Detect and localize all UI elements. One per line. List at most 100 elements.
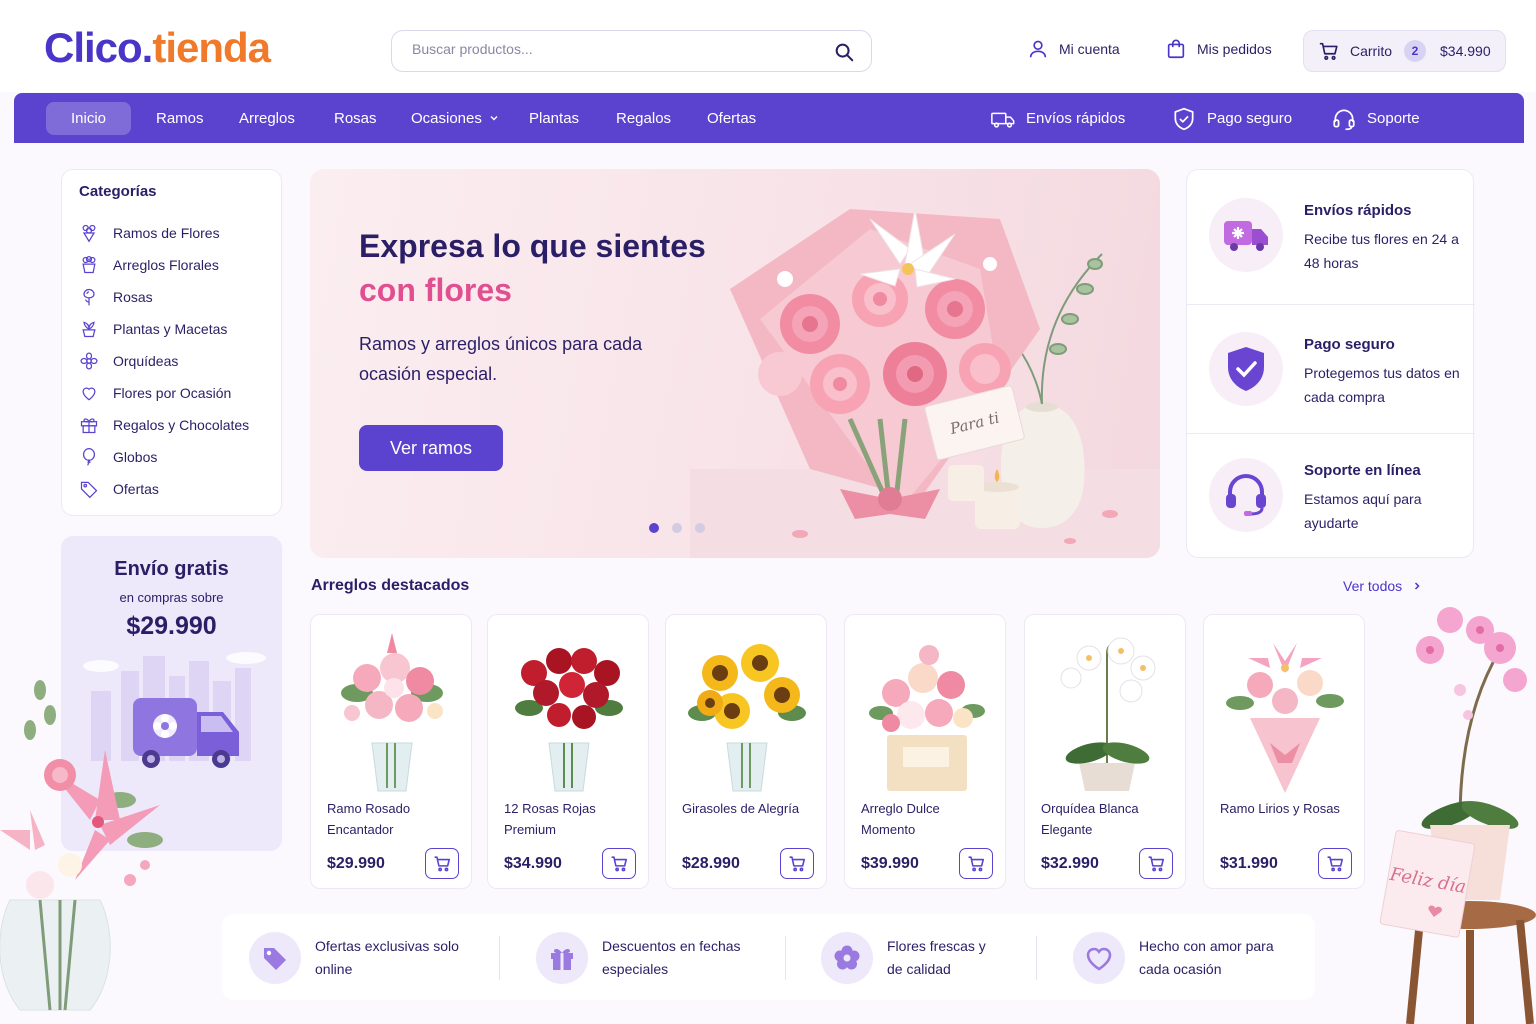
- nav-plantas[interactable]: Plantas: [504, 102, 604, 135]
- product-image: [341, 633, 443, 792]
- product-card[interactable]: Orquídea Blanca Elegante $32.990: [1024, 614, 1186, 889]
- cart-total: $34.990: [1440, 43, 1491, 59]
- category-ofertas[interactable]: Ofertas: [79, 479, 159, 499]
- bag-icon: [1167, 39, 1185, 59]
- category-label: Ofertas: [113, 481, 159, 497]
- product-price: $31.990: [1220, 855, 1278, 872]
- headset-icon: [1209, 458, 1283, 532]
- nav-ocasiones[interactable]: Ocasiones: [386, 102, 507, 135]
- view-bouquets-button[interactable]: Ver ramos: [359, 425, 503, 471]
- orders-link[interactable]: Mis pedidos: [1165, 38, 1272, 60]
- feature-title: Envíos rápidos: [1304, 202, 1412, 219]
- benefit-text: Flores frescas y de calidad: [887, 938, 986, 977]
- bouquet-icon: [82, 224, 96, 243]
- benefits-bar: Ofertas exclusivas solo online Descuento…: [222, 914, 1315, 1000]
- product-name: Ramo Rosado Encantador: [327, 801, 411, 837]
- features-panel: Envíos rápidos Recibe tus flores en 24 a…: [1186, 169, 1475, 558]
- hero-title-accent: con flores: [359, 272, 512, 308]
- carousel-dot-1[interactable]: [649, 523, 659, 533]
- product-image: [515, 648, 623, 792]
- category-label: Regalos y Chocolates: [113, 417, 250, 433]
- carousel-dots: [649, 523, 705, 533]
- gift-icon: [80, 418, 98, 434]
- add-to-cart-button[interactable]: [959, 848, 993, 879]
- category-rosas[interactable]: Rosas: [79, 287, 153, 307]
- category-plantas[interactable]: Plantas y Macetas: [79, 319, 227, 339]
- nav-ocasiones-label: Ocasiones: [411, 110, 482, 127]
- nav-arreglos[interactable]: Arreglos: [214, 102, 320, 135]
- nav-secure-payment[interactable]: Pago seguro: [1171, 102, 1292, 135]
- product-image: [1060, 637, 1156, 791]
- product-price: $39.990: [861, 855, 919, 872]
- divider: [1187, 433, 1475, 434]
- category-arreglos[interactable]: Arreglos Florales: [79, 255, 219, 275]
- heart-icon: [1073, 932, 1125, 984]
- category-label: Orquídeas: [113, 353, 179, 369]
- orchid-table-decoration: Feliz día: [1379, 607, 1536, 1024]
- nav-support-label: Soporte: [1367, 110, 1420, 127]
- search-input[interactable]: [412, 41, 812, 57]
- product-card[interactable]: 12 Rosas Rojas Premium $34.990: [487, 614, 649, 889]
- heart-flower-icon: [82, 387, 96, 401]
- product-image: [869, 645, 985, 791]
- logo[interactable]: Clico.tienda: [44, 24, 271, 72]
- search-icon[interactable]: [833, 41, 855, 63]
- add-to-cart-button[interactable]: [602, 848, 636, 879]
- add-to-cart-button[interactable]: [425, 848, 459, 879]
- nav-inicio[interactable]: Inicio: [46, 102, 132, 135]
- category-orquideas[interactable]: Orquídeas: [79, 351, 178, 371]
- category-label: Flores por Ocasión: [113, 385, 232, 401]
- lily-vase-decoration: [0, 680, 163, 1011]
- cart-icon: [789, 856, 805, 872]
- category-label: Arreglos Florales: [113, 257, 219, 273]
- orders-label: Mis pedidos: [1197, 41, 1272, 57]
- account-label: Mi cuenta: [1059, 41, 1120, 57]
- shield-icon: [1209, 332, 1283, 406]
- carousel-dot-3[interactable]: [695, 523, 705, 533]
- product-name: Girasoles de Alegría: [682, 801, 800, 816]
- cart-icon: [1148, 856, 1164, 872]
- nav-fast-shipping[interactable]: Envíos rápidos: [990, 102, 1125, 135]
- product-name: 12 Rosas Rojas Premium: [504, 801, 596, 837]
- header: Clico.tienda Mi cuenta Mis pedidos Carri…: [0, 0, 1536, 92]
- carousel-dot-2[interactable]: [672, 523, 682, 533]
- benefit-item: Hecho con amor para cada ocasión: [1073, 932, 1274, 984]
- divider: [499, 936, 500, 980]
- product-price: $28.990: [682, 855, 740, 872]
- gift-icon: [536, 932, 588, 984]
- product-price: $29.990: [327, 855, 385, 872]
- cart-icon: [611, 856, 627, 872]
- logo-part-2: tienda: [152, 24, 271, 71]
- cart-button[interactable]: Carrito 2 $34.990: [1303, 30, 1506, 72]
- chevron-down-icon: [490, 116, 498, 121]
- feature-title: Pago seguro: [1304, 336, 1395, 353]
- product-image: [1226, 643, 1344, 793]
- category-regalos[interactable]: Regalos y Chocolates: [79, 415, 249, 435]
- categories-title: Categorías: [79, 183, 157, 200]
- truck-icon: [1209, 198, 1283, 272]
- nav-regalos[interactable]: Regalos: [591, 102, 696, 135]
- category-label: Globos: [113, 449, 158, 465]
- benefit-item: Flores frescas y de calidad: [821, 932, 997, 984]
- category-globos[interactable]: Globos: [79, 447, 157, 467]
- product-card[interactable]: Ramo Rosado Encantador $29.990: [310, 614, 472, 889]
- account-link[interactable]: Mi cuenta: [1027, 38, 1120, 60]
- bouquet-illustration: Para ti: [690, 208, 1160, 558]
- nav-support[interactable]: Soporte: [1331, 102, 1420, 135]
- cart-label: Carrito: [1350, 43, 1393, 59]
- product-card[interactable]: Girasoles de Alegría $28.990: [665, 614, 827, 889]
- add-to-cart-button[interactable]: [1139, 848, 1173, 879]
- balloon-icon: [82, 448, 96, 466]
- benefit-text: Ofertas exclusivas solo online: [315, 938, 459, 977]
- categories-panel: Categorías Ramos de Flores Arreglos Flor…: [61, 169, 282, 516]
- divider: [785, 936, 786, 980]
- product-card[interactable]: Arreglo Dulce Momento $39.990: [844, 614, 1006, 889]
- category-ramos[interactable]: Ramos de Flores: [79, 223, 220, 243]
- category-ocasion[interactable]: Flores por Ocasión: [79, 383, 231, 403]
- shield-check-icon: [1174, 107, 1194, 130]
- nav-ofertas[interactable]: Ofertas: [682, 102, 781, 135]
- promo-title: Envío gratis: [114, 558, 229, 580]
- add-to-cart-button[interactable]: [780, 848, 814, 879]
- main-nav: Inicio Ramos Arreglos Rosas Ocasiones Pl…: [14, 93, 1524, 143]
- headset-icon: [1333, 108, 1355, 130]
